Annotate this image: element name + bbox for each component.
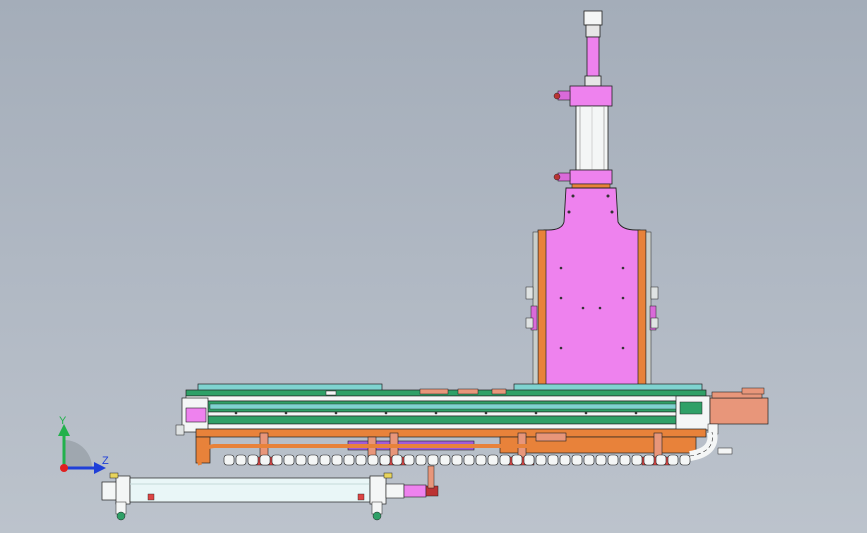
chain-link	[523, 454, 535, 466]
chain-link	[571, 454, 583, 466]
chain-link	[439, 454, 451, 466]
chain-link	[331, 454, 343, 466]
chain-link	[283, 454, 295, 466]
chain-link	[583, 454, 595, 466]
chain-link	[427, 454, 439, 466]
chain-link	[511, 454, 523, 466]
horizontal-rail-base[interactable]	[175, 383, 713, 466]
chain-link	[463, 454, 475, 466]
chain-link	[547, 454, 559, 466]
chain-link	[235, 454, 247, 466]
horizontal-air-cylinder[interactable]	[101, 465, 439, 521]
chain-link	[307, 454, 319, 466]
vertical-slide-carriage[interactable]	[525, 187, 659, 408]
chain-link	[271, 454, 283, 466]
chain-link	[595, 454, 607, 466]
chain-link	[403, 454, 415, 466]
chain-link	[391, 454, 403, 466]
chain-link	[487, 454, 499, 466]
chain-link	[667, 454, 679, 466]
chain-link	[355, 454, 367, 466]
cad-viewport[interactable]: Y Z	[0, 0, 867, 533]
chain-link	[499, 454, 511, 466]
chain-link	[559, 454, 571, 466]
servo-motor[interactable]	[707, 387, 769, 455]
chain-link	[643, 454, 655, 466]
chain-link	[415, 454, 427, 466]
vertical-cylinder[interactable]	[553, 10, 613, 189]
y-axis-label: Y	[59, 415, 67, 427]
chain-link	[631, 454, 643, 466]
chain-link	[607, 454, 619, 466]
chain-link	[535, 454, 547, 466]
chain-link	[379, 454, 391, 466]
chain-link	[655, 454, 667, 466]
orientation-triad: Y Z	[58, 415, 109, 474]
triad-origin	[60, 464, 68, 472]
chain-link	[319, 454, 331, 466]
chain-link	[679, 454, 691, 466]
chain-link	[223, 454, 235, 466]
chain-link	[343, 454, 355, 466]
chain-link	[295, 454, 307, 466]
chain-link	[259, 454, 271, 466]
z-axis-label: Z	[102, 455, 109, 467]
chain-link	[475, 454, 487, 466]
chain-link	[247, 454, 259, 466]
chain-link	[367, 454, 379, 466]
chain-link	[619, 454, 631, 466]
chain-link	[451, 454, 463, 466]
triad-quadrant	[64, 440, 92, 468]
